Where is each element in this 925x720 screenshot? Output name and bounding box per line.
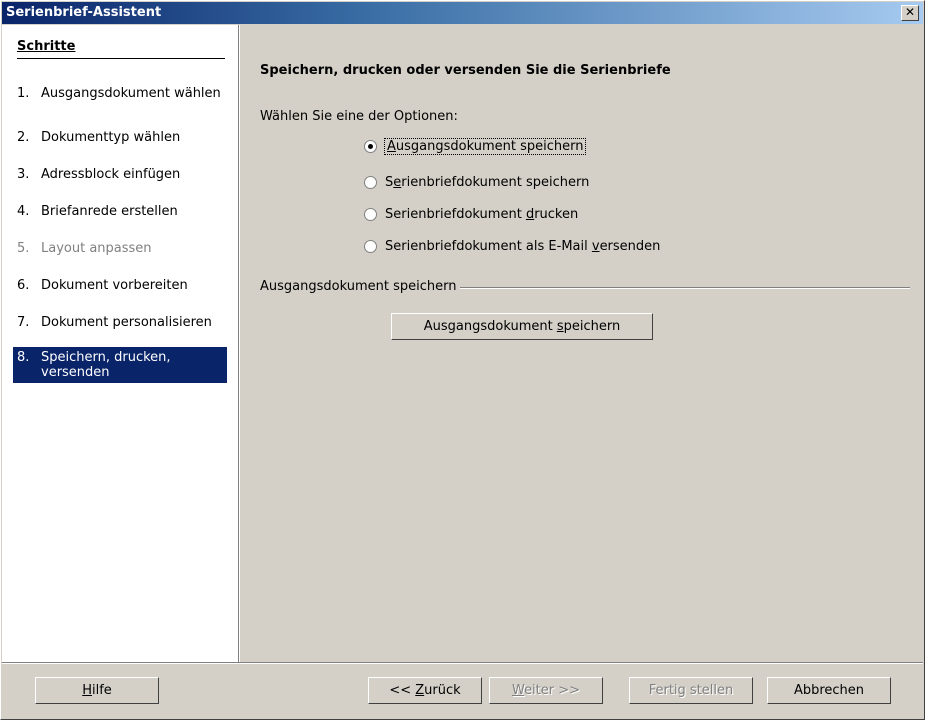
step-label: Adressblock einfügen [41, 167, 181, 182]
group-label: Ausgangsdokument speichern [260, 279, 461, 294]
footer-divider [2, 662, 923, 664]
dialog-window: Serienbrief-Assistent ✕ Schritte 1. Ausg… [0, 0, 925, 720]
step-number: 1. [17, 86, 30, 101]
step-label: Ausgangsdokument wählen [41, 86, 221, 101]
radio-label: Ausgangsdokument speichern [383, 138, 587, 155]
radio-option-save-merge[interactable]: Serienbriefdokument speichern [364, 175, 589, 190]
radio-label: Serienbriefdokument speichern [385, 175, 590, 190]
steps-heading: Schritte [17, 39, 225, 59]
step-label: Briefanrede erstellen [41, 204, 178, 219]
radio-button[interactable] [364, 240, 377, 253]
options-label: Wählen Sie eine der Optionen: [260, 109, 458, 124]
help-button[interactable]: Hilfe [35, 677, 159, 704]
step-item-3[interactable]: 3. Adressblock einfügen [13, 164, 227, 185]
step-label: Speichern, drucken, versenden [41, 350, 171, 380]
title-bar[interactable]: Serienbrief-Assistent ✕ [2, 2, 923, 24]
step-number: 8. [17, 350, 30, 365]
radio-label: Serienbriefdokument als E-Mail versenden [385, 239, 661, 254]
step-label: Dokument personalisieren [41, 315, 212, 330]
cancel-button[interactable]: Abbrechen [767, 677, 891, 704]
back-button[interactable]: << Zurück [368, 677, 482, 704]
step-number: 7. [17, 315, 30, 330]
radio-label: Serienbriefdokument drucken [385, 207, 579, 222]
step-item-6[interactable]: 6. Dokument vorbereiten [13, 275, 227, 296]
radio-button[interactable] [364, 208, 377, 221]
next-button[interactable]: Weiter >> [489, 677, 603, 704]
step-label: Dokumenttyp wählen [41, 130, 181, 145]
step-item-5: 5. Layout anpassen [13, 238, 227, 259]
step-item-7[interactable]: 7. Dokument personalisieren [13, 312, 227, 333]
window-title: Serienbrief-Assistent [6, 5, 162, 20]
step-item-8[interactable]: 8. Speichern, drucken, versenden [13, 347, 227, 383]
radio-button[interactable] [364, 140, 377, 153]
radio-option-email-merge[interactable]: Serienbriefdokument als E-Mail versenden [364, 239, 660, 254]
sidebar-divider [238, 25, 240, 662]
finish-button[interactable]: Fertig stellen [629, 677, 753, 704]
close-button[interactable]: ✕ [901, 5, 919, 21]
step-number: 6. [17, 278, 30, 293]
step-label: Dokument vorbereiten [41, 278, 188, 293]
close-icon: ✕ [904, 5, 916, 19]
steps-list: 1. Ausgangsdokument wählen 2. Dokumentty… [13, 83, 227, 383]
step-number: 4. [17, 204, 30, 219]
step-item-1[interactable]: 1. Ausgangsdokument wählen [13, 83, 227, 121]
save-source-document-button[interactable]: Ausgangsdokument speichern [391, 313, 653, 340]
step-number: 5. [17, 241, 30, 256]
step-item-2[interactable]: 2. Dokumenttyp wählen [13, 127, 227, 148]
step-label: Layout anpassen [41, 241, 152, 256]
step-number: 3. [17, 167, 30, 182]
page-title: Speichern, drucken oder versenden Sie di… [260, 63, 671, 78]
radio-option-save-source[interactable]: Ausgangsdokument speichern [364, 138, 587, 155]
step-number: 2. [17, 130, 30, 145]
radio-option-print-merge[interactable]: Serienbriefdokument drucken [364, 207, 578, 222]
step-item-4[interactable]: 4. Briefanrede erstellen [13, 201, 227, 222]
radio-button[interactable] [364, 176, 377, 189]
